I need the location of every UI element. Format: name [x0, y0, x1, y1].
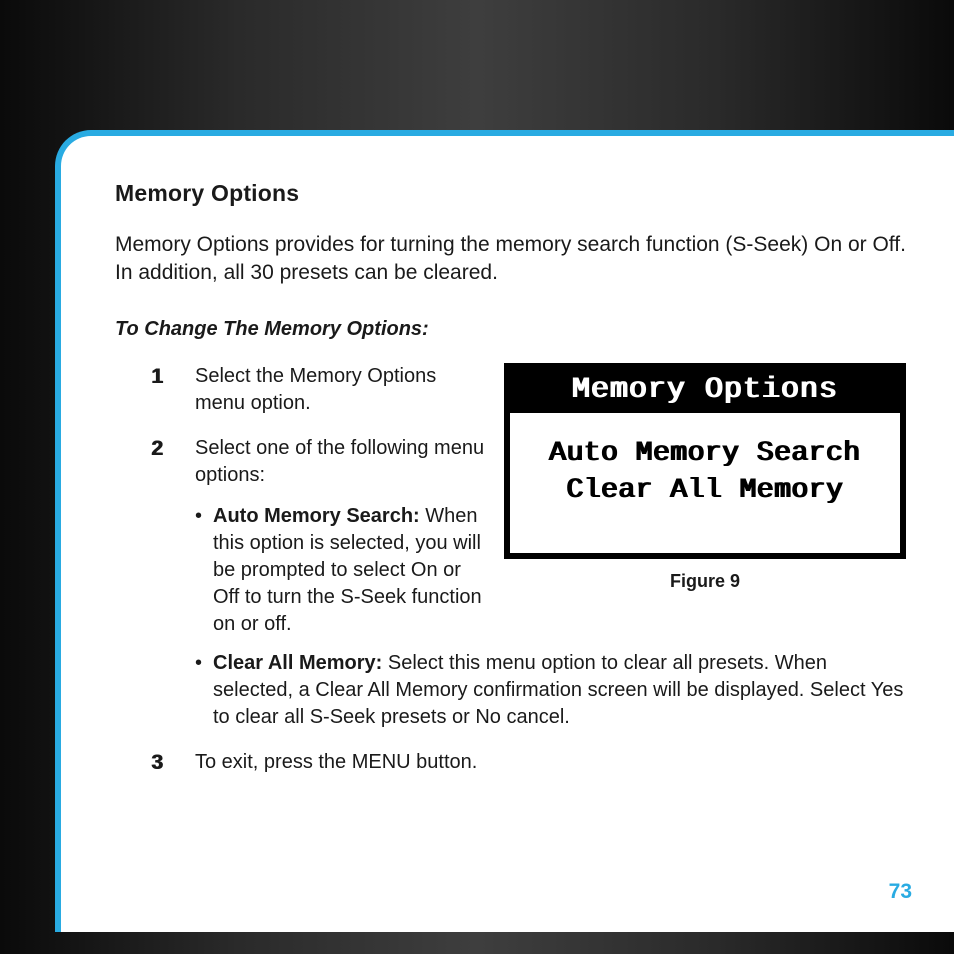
step-number: 3	[151, 749, 163, 777]
content-row: Memory Options Auto Memory Search Clear …	[115, 363, 906, 794]
step-text: Select the Memory Options menu option.	[195, 363, 505, 417]
step-1: 1 Select the Memory Options menu option.	[151, 363, 906, 417]
page-number: 73	[889, 880, 912, 904]
bullet-clear-all-memory: Clear All Memory: Select this menu optio…	[195, 650, 906, 731]
step-text: Select one of the following menu options…	[195, 435, 505, 489]
procedure-heading: To Change The Memory Options:	[115, 318, 906, 341]
step-3: 3 To exit, press the MENU button.	[151, 749, 906, 776]
step-number: 2	[151, 435, 163, 463]
bullet-label: Auto Memory Search:	[213, 505, 420, 527]
step-text: To exit, press the MENU button.	[195, 751, 477, 773]
bullet-auto-memory-search: Auto Memory Search: When this option is …	[195, 503, 906, 638]
bullet-label: Clear All Memory:	[213, 652, 382, 674]
sub-bullets: Auto Memory Search: When this option is …	[195, 503, 906, 731]
step-2: 2 Select one of the following menu optio…	[151, 435, 906, 731]
section-title: Memory Options	[115, 180, 906, 207]
step-number: 1	[151, 363, 163, 391]
intro-paragraph: Memory Options provides for turning the …	[115, 231, 906, 288]
manual-page: Memory Options Memory Options provides f…	[55, 130, 954, 932]
